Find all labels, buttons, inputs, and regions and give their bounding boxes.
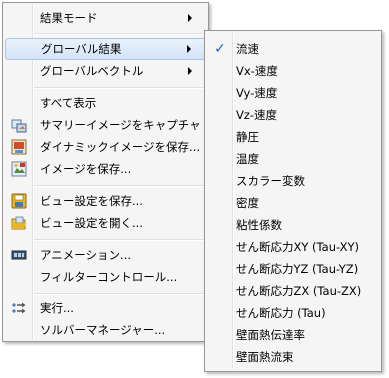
menu-separator <box>34 185 205 187</box>
menu-item-label: 結果モード <box>40 11 98 25</box>
submenu-item-scalar-variable[interactable]: スカラー変数 <box>207 170 379 192</box>
submenu-item-vz-velocity[interactable]: Vz-速度 <box>207 104 379 126</box>
checkmark-icon: ✓ <box>214 41 226 57</box>
submenu-item-label: 粘性係数 <box>236 218 282 232</box>
global-results-submenu: ✓ 流速 Vx-速度 Vy-速度 Vz-速度 静圧 温度 スカラー変数 密度 粘… <box>204 30 382 372</box>
submenu-arrow-icon <box>188 14 192 22</box>
submenu-item-label: 温度 <box>236 152 259 166</box>
menu-item-result-mode[interactable]: 結果モード <box>5 7 206 29</box>
menu-item-label: フィルターコントロール... <box>40 270 178 284</box>
menu-item-filter-control[interactable]: フィルターコントロール... <box>5 266 206 288</box>
submenu-item-flow-speed[interactable]: ✓ 流速 <box>207 38 379 60</box>
submenu-item-viscosity[interactable]: 粘性係数 <box>207 214 379 236</box>
submenu-item-label: 壁面熱流束 <box>236 350 294 364</box>
dynamic-image-icon <box>11 139 27 155</box>
animation-icon <box>11 250 27 260</box>
submenu-item-temperature[interactable]: 温度 <box>207 148 379 170</box>
menu-item-open-view-settings[interactable]: ビュー設定を開く... <box>5 212 206 234</box>
menu-item-label: サマリーイメージをキャプチャ <box>40 118 201 132</box>
submenu-item-label: Vx-速度 <box>236 64 278 78</box>
menu-item-animation[interactable]: アニメーション... <box>5 244 206 266</box>
submenu-item-static-pressure[interactable]: 静圧 <box>207 126 379 148</box>
menu-item-label: すべて表示 <box>40 96 97 110</box>
submenu-item-label: Vz-速度 <box>236 108 278 122</box>
menu-separator <box>34 239 205 241</box>
menu-item-label: ビュー設定を保存... <box>40 194 143 208</box>
submenu-arrow-icon <box>188 67 192 75</box>
context-menu: 結果モード グローバル結果 グローバルベクトル すべて表示 サマリーイメージをキ… <box>2 2 209 342</box>
submenu-item-label: 壁面熱伝達率 <box>236 328 305 342</box>
submenu-item-vy-velocity[interactable]: Vy-速度 <box>207 82 379 104</box>
submenu-item-label: 静圧 <box>236 130 259 144</box>
run-icon <box>12 302 26 314</box>
submenu-item-label: スカラー変数 <box>236 174 305 188</box>
submenu-item-vx-velocity[interactable]: Vx-速度 <box>207 60 379 82</box>
submenu-item-shear-stress-zx[interactable]: せん断応力ZX (Tau-ZX) <box>207 280 379 302</box>
submenu-item-label: せん断応力XY (Tau-XY) <box>236 240 359 254</box>
menu-item-label: グローバル結果 <box>41 42 122 56</box>
menu-item-label: 実行... <box>40 301 74 315</box>
menu-separator <box>34 293 205 295</box>
menu-item-save-view-settings[interactable]: ビュー設定を保存... <box>5 190 206 212</box>
menu-item-label: アニメーション... <box>40 248 132 262</box>
menu-item-label: グローバルベクトル <box>40 64 144 78</box>
menu-item-save-dynamic-image[interactable]: ダイナミックイメージを保存... <box>5 136 206 158</box>
submenu-item-wall-heat-transfer-coefficient[interactable]: 壁面熱伝達率 <box>207 324 379 346</box>
capture-icon <box>11 119 27 133</box>
menu-item-global-vector[interactable]: グローバルベクトル <box>5 60 206 82</box>
save-view-icon <box>11 193 27 209</box>
menu-separator <box>34 33 205 35</box>
submenu-item-label: 密度 <box>236 196 259 210</box>
submenu-item-label: せん断応力 (Tau) <box>236 306 326 320</box>
submenu-item-density[interactable]: 密度 <box>207 192 379 214</box>
submenu-item-shear-stress-yz[interactable]: せん断応力YZ (Tau-YZ) <box>207 258 379 280</box>
open-view-icon <box>11 216 26 230</box>
menu-item-show-all[interactable]: すべて表示 <box>5 92 206 114</box>
submenu-arrow-icon <box>187 45 191 53</box>
menu-item-global-results[interactable]: グローバル結果 <box>5 38 206 60</box>
submenu-item-shear-stress-tau[interactable]: せん断応力 (Tau) <box>207 302 379 324</box>
menu-item-solver-manager[interactable]: ソルバーマネージャー... <box>5 319 206 341</box>
submenu-item-wall-heat-flux[interactable]: 壁面熱流束 <box>207 346 379 368</box>
menu-item-label: ソルバーマネージャー... <box>40 323 166 337</box>
submenu-item-shear-stress-xy[interactable]: せん断応力XY (Tau-XY) <box>207 236 379 258</box>
menu-item-save-image[interactable]: イメージを保存... <box>5 158 206 180</box>
menu-item-run[interactable]: 実行... <box>5 297 206 319</box>
submenu-item-label: 流速 <box>236 42 259 56</box>
menu-item-label: イメージを保存... <box>40 162 132 176</box>
save-image-icon <box>11 161 27 177</box>
submenu-item-label: せん断応力ZX (Tau-ZX) <box>236 284 362 298</box>
menu-item-label: ビュー設定を開く... <box>40 216 143 230</box>
submenu-item-label: Vy-速度 <box>236 86 278 100</box>
submenu-item-label: せん断応力YZ (Tau-YZ) <box>236 262 359 276</box>
menu-separator <box>34 87 205 89</box>
menu-item-label: ダイナミックイメージを保存... <box>40 140 201 154</box>
menu-item-capture-summary-image[interactable]: サマリーイメージをキャプチャ <box>5 114 206 136</box>
